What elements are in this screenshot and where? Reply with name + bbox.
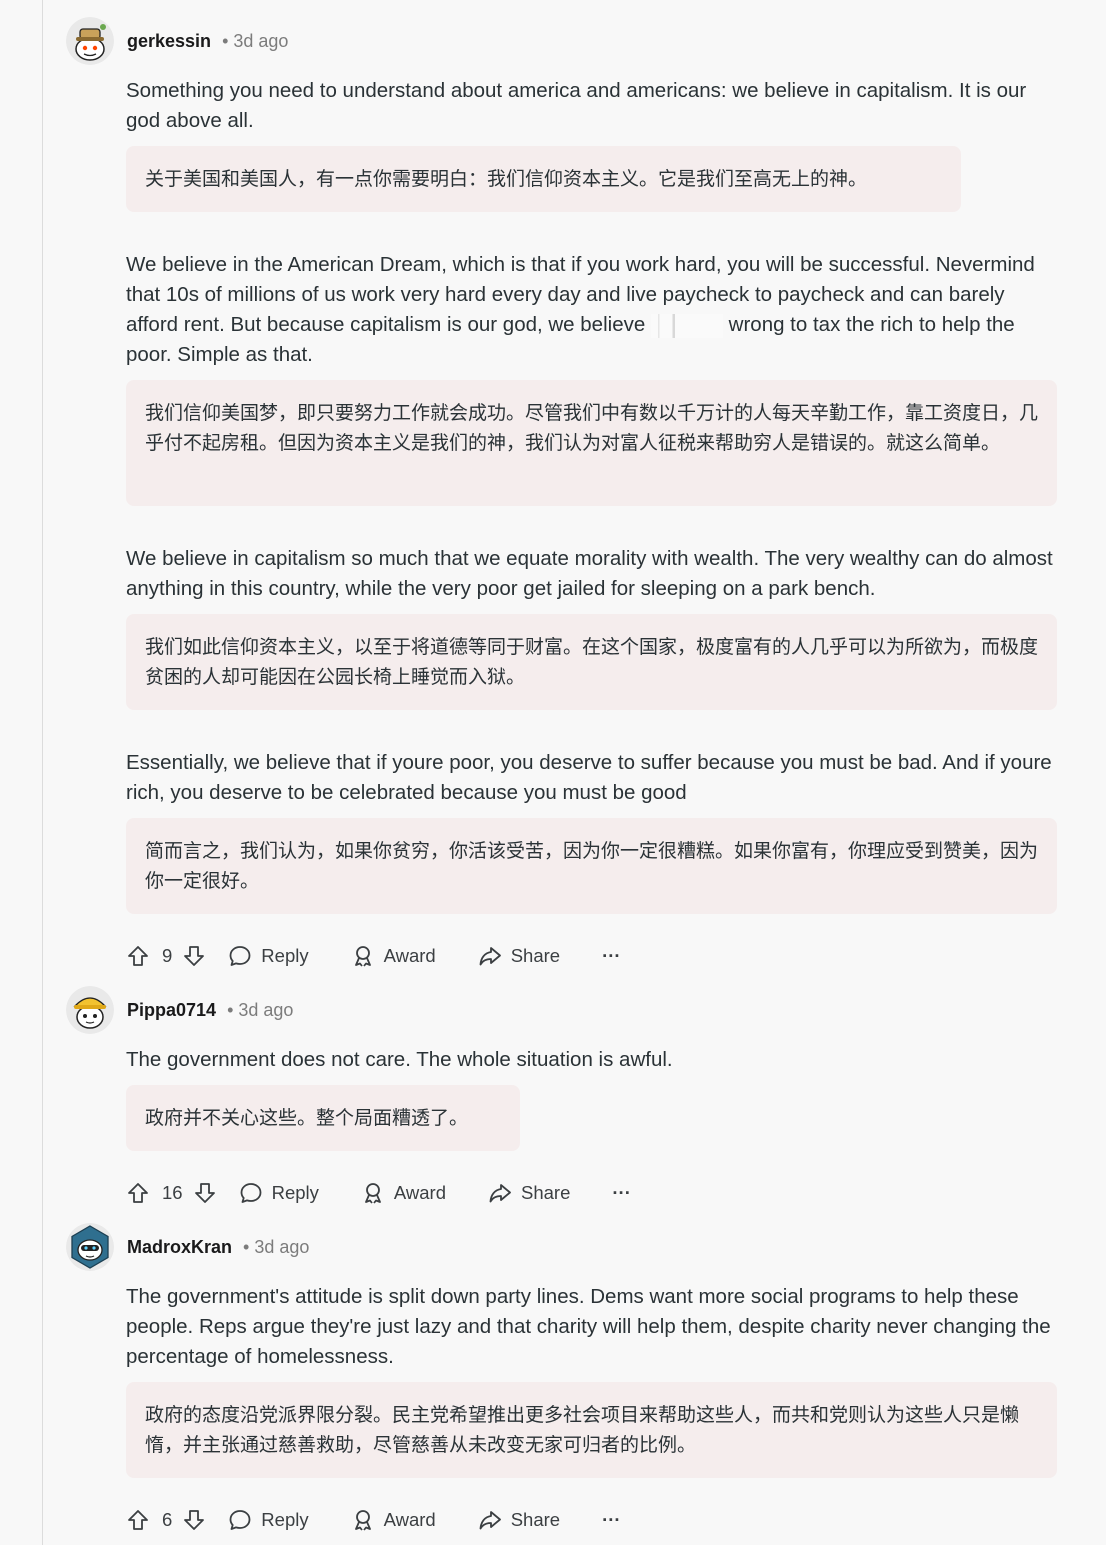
meta-separator: •: [222, 30, 229, 51]
share-button[interactable]: Share: [478, 944, 560, 968]
timestamp[interactable]: 3d ago: [254, 1237, 309, 1258]
share-icon: [479, 1511, 501, 1530]
downvote-icon: [184, 946, 205, 966]
meta-separator: •: [227, 999, 234, 1020]
translation-block: 我们信仰美国梦，即只要努力工作就会成功。尽管我们中有数以千万计的人每天辛勤工作，…: [126, 380, 1057, 506]
translation-block: 政府并不关心这些。整个局面糟透了。: [126, 1085, 520, 1151]
username[interactable]: Pippa0714: [127, 1000, 216, 1021]
comment-text: We believe in the American Dream, which …: [126, 250, 1056, 370]
share-label: Share: [510, 1509, 561, 1530]
vote-count: 9: [162, 945, 173, 966]
reply-label: Reply: [271, 1182, 319, 1203]
share-icon: [479, 947, 501, 966]
more-options-button[interactable]: ···: [602, 945, 620, 967]
snoo-avatar-robot-hex-icon: [66, 1223, 114, 1271]
username[interactable]: gerkessin: [127, 31, 211, 52]
vote-count: 6: [162, 1509, 173, 1530]
upvote-button[interactable]: [126, 944, 150, 968]
comment-header: Pippa0714 • 3d ago: [66, 986, 293, 1034]
snoo-avatar-hat-icon: [66, 17, 114, 65]
upvote-icon: [128, 946, 148, 966]
redacted-overlay: [650, 313, 723, 338]
reply-label: Reply: [261, 945, 309, 966]
translation-block: 我们如此信仰资本主义，以至于将道德等同于财富。在这个国家，极度富有的人几乎可以为…: [126, 614, 1057, 710]
upvote-button[interactable]: [126, 1508, 150, 1532]
vote-count: 16: [162, 1182, 183, 1203]
comment-text: The government does not care. The whole …: [126, 1048, 673, 1071]
downvote-button[interactable]: [182, 944, 206, 968]
reply-label: Reply: [261, 1509, 309, 1530]
share-label: Share: [510, 945, 561, 966]
award-icon: [354, 946, 371, 967]
downvote-button[interactable]: [182, 1508, 206, 1532]
comment-text: The government's attitude is split down …: [126, 1285, 1051, 1368]
username[interactable]: MadroxKran: [127, 1237, 232, 1258]
downvote-button[interactable]: [193, 1181, 217, 1205]
award-button[interactable]: Award: [351, 1508, 436, 1532]
comment-text: We believe in capitalism so much that we…: [126, 547, 1053, 600]
award-label: Award: [383, 945, 436, 966]
thread-line: [42, 0, 43, 1545]
timestamp[interactable]: 3d ago: [233, 31, 288, 52]
comment-text: Essentially, we believe that if youre po…: [126, 751, 1052, 804]
more-options-button[interactable]: ···: [602, 1509, 620, 1531]
award-button[interactable]: Award: [351, 944, 436, 968]
avatar[interactable]: [66, 17, 114, 65]
avatar[interactable]: [66, 1223, 114, 1271]
action-bar: 9 Reply Award Share ···: [126, 936, 621, 976]
upvote-button[interactable]: [126, 1181, 150, 1205]
translation-block: 简而言之，我们认为，如果你贫穷，你活该受苦，因为你一定很糟糕。如果你富有，你理应…: [126, 818, 1057, 914]
more-options-button[interactable]: ···: [612, 1182, 630, 1204]
downvote-icon: [194, 1183, 215, 1203]
award-button[interactable]: Award: [361, 1181, 446, 1205]
award-icon: [364, 1183, 381, 1204]
award-label: Award: [383, 1509, 436, 1530]
comment-header: gerkessin • 3d ago: [66, 17, 288, 65]
comment-bubble-icon: [229, 1510, 251, 1530]
comment-bubble-icon: [229, 946, 251, 966]
share-button[interactable]: Share: [488, 1181, 570, 1205]
comment-bubble-icon: [240, 1183, 261, 1203]
comment-text: Something you need to understand about a…: [126, 79, 1027, 132]
action-bar: 16 Reply Award Share ···: [126, 1173, 631, 1213]
meta-separator: •: [243, 1236, 250, 1257]
reply-button[interactable]: Reply: [228, 1508, 309, 1532]
action-bar: 6 Reply Award Share ···: [126, 1500, 621, 1540]
timestamp[interactable]: 3d ago: [238, 1000, 293, 1021]
reply-button[interactable]: Reply: [239, 1181, 319, 1205]
avatar[interactable]: [66, 986, 114, 1034]
reply-button[interactable]: Reply: [228, 944, 309, 968]
share-icon: [489, 1184, 511, 1203]
upvote-icon: [128, 1183, 148, 1203]
downvote-icon: [184, 1510, 205, 1530]
comment-header: MadroxKran • 3d ago: [66, 1223, 309, 1271]
snoo-avatar-yellow-hat-icon: [66, 986, 114, 1034]
share-button[interactable]: Share: [478, 1508, 560, 1532]
share-label: Share: [521, 1182, 571, 1203]
award-label: Award: [393, 1182, 446, 1203]
translation-block: 关于美国和美国人，有一点你需要明白：我们信仰资本主义。它是我们至高无上的神。: [126, 146, 961, 212]
upvote-icon: [128, 1510, 148, 1530]
award-icon: [354, 1510, 371, 1531]
translation-block: 政府的态度沿党派界限分裂。民主党希望推出更多社会项目来帮助这些人，而共和党则认为…: [126, 1382, 1057, 1478]
